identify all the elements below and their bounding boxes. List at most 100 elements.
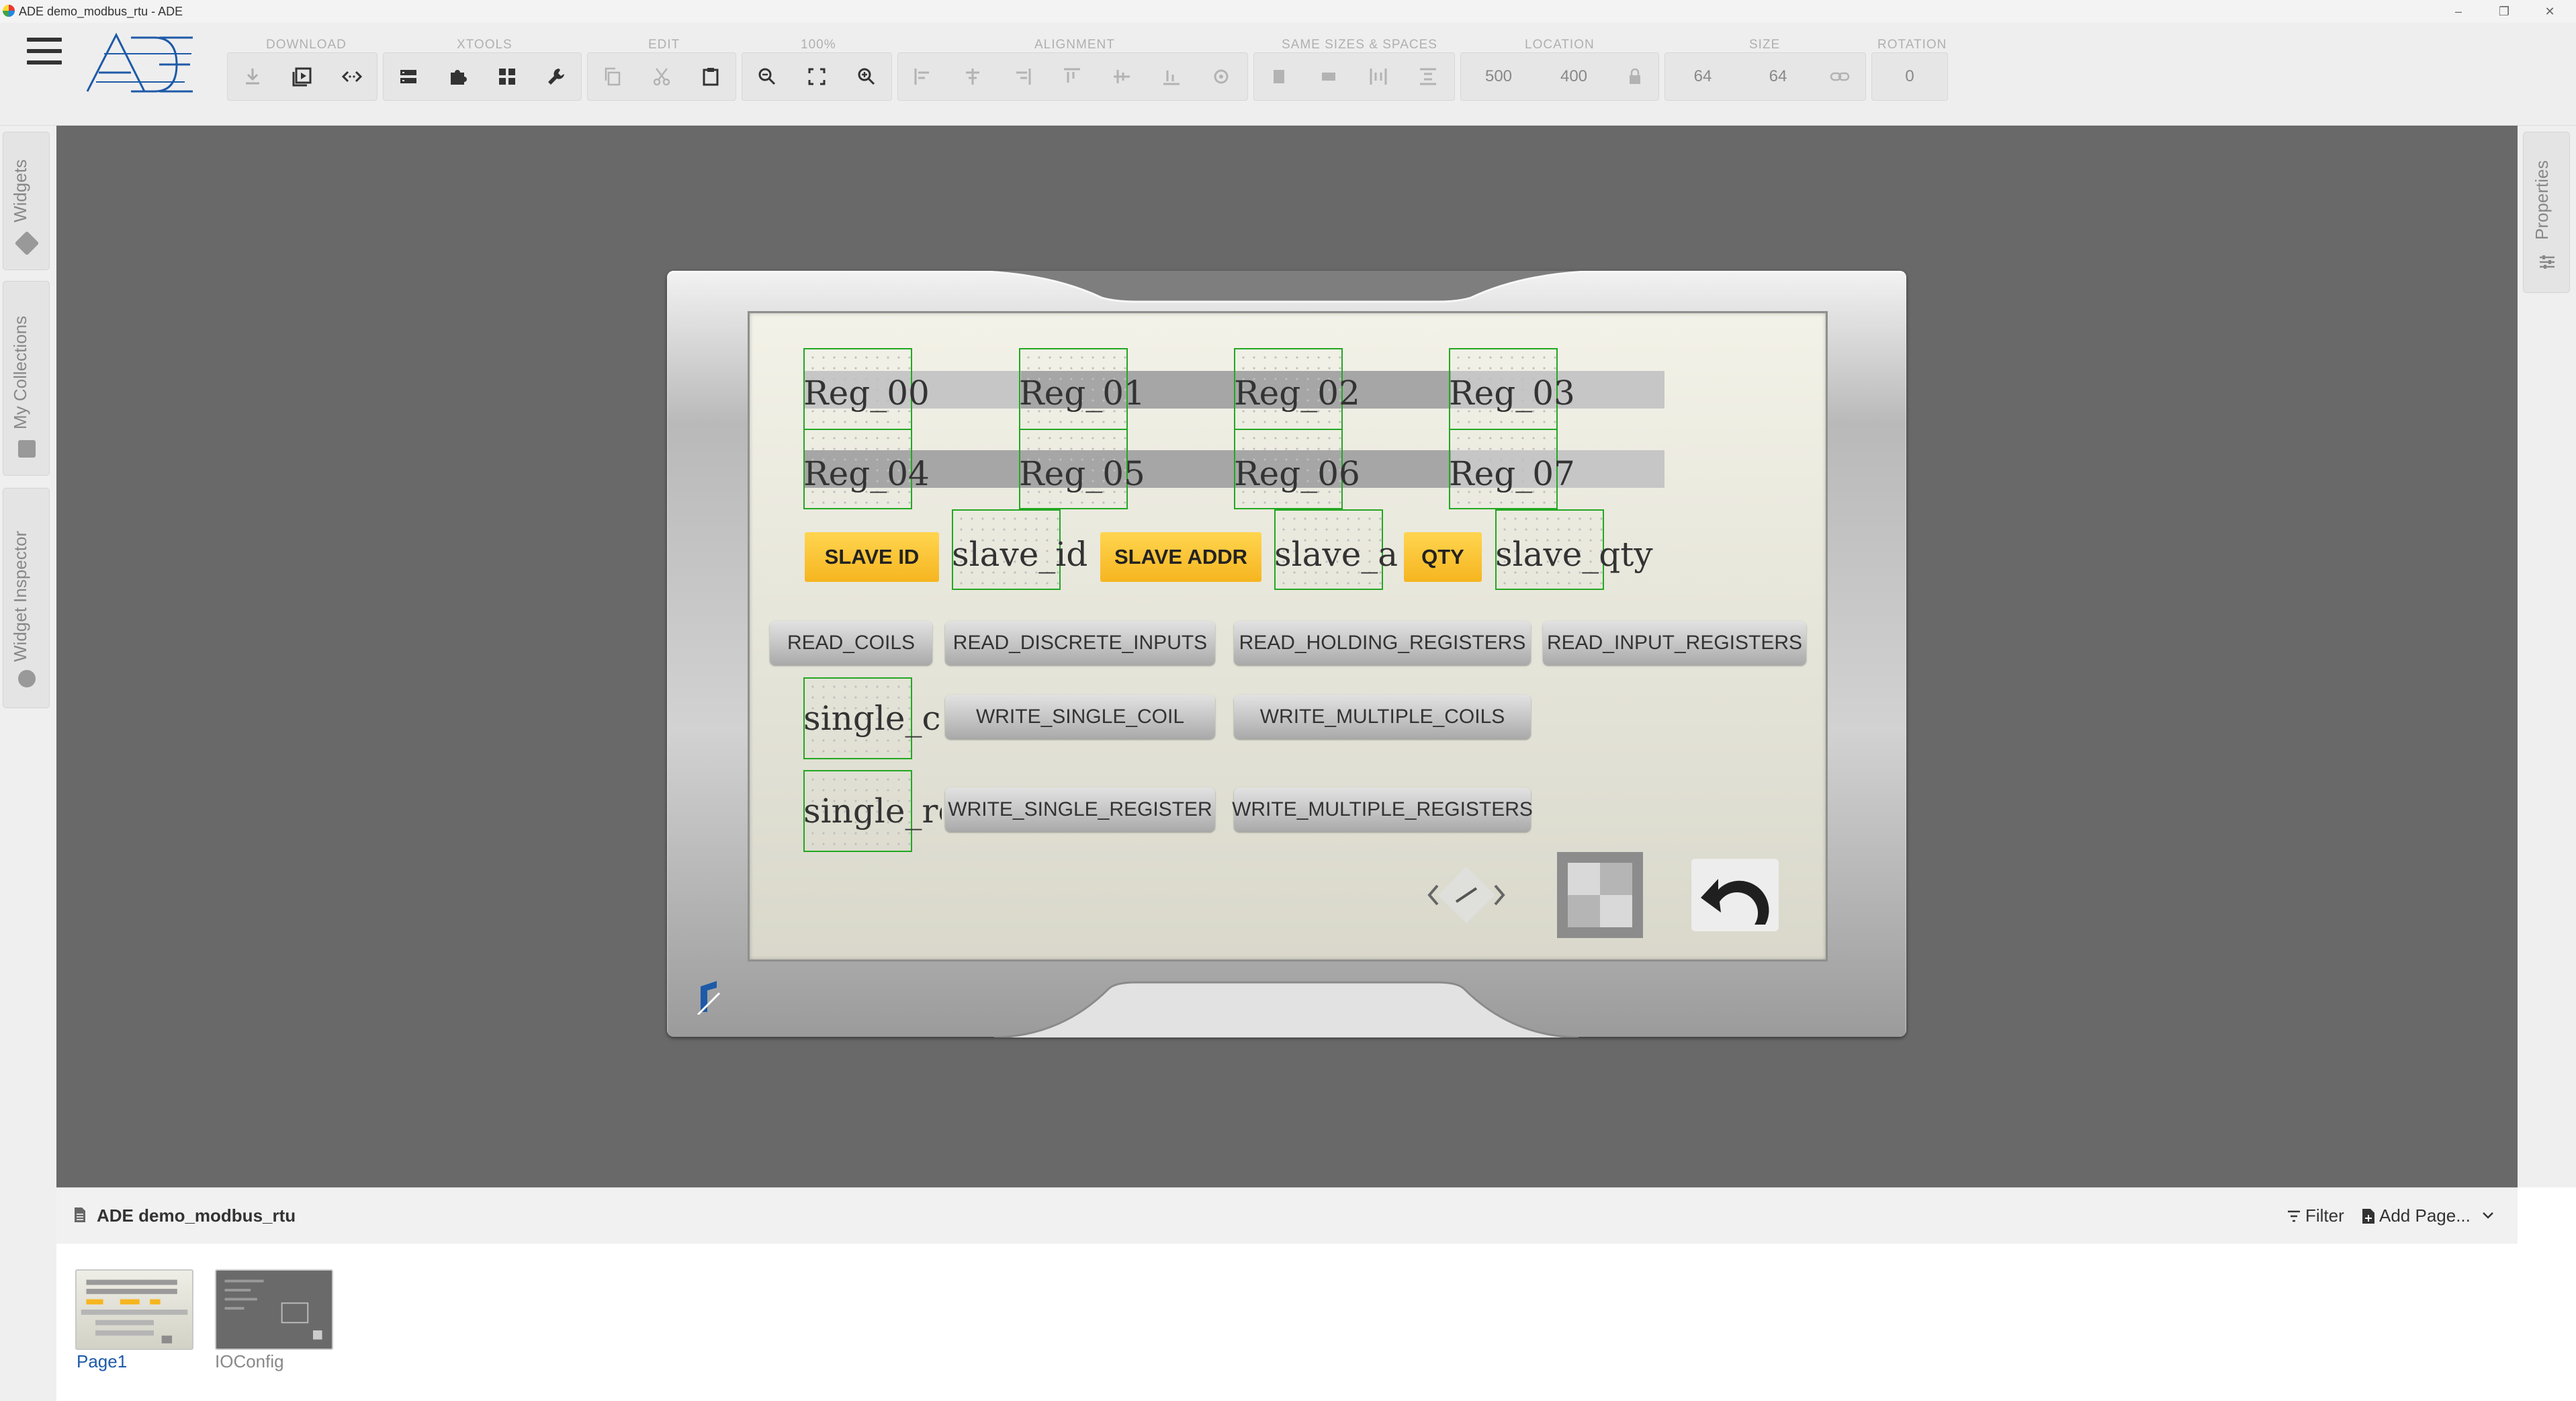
run-simulation-icon[interactable]: [277, 53, 327, 100]
register-label: Reg_00: [803, 374, 930, 413]
xtools-group: [383, 52, 582, 101]
filter-label: Filter: [2305, 1205, 2344, 1226]
same-width-icon[interactable]: [1254, 53, 1304, 100]
frame-top-notch: [967, 271, 1605, 303]
undo-icon[interactable]: [1691, 859, 1779, 931]
group-label-rotation: ROTATION: [1877, 38, 1947, 52]
align-top-icon[interactable]: [1047, 53, 1097, 100]
tab-widgets-label: Widgets: [10, 159, 30, 222]
slave-id-button[interactable]: SLAVE ID: [805, 532, 939, 582]
write-single-register-button[interactable]: WRITE_SINGLE_REGISTER: [945, 788, 1215, 832]
write-multiple-coils-button[interactable]: WRITE_MULTIPLE_COILS: [1234, 695, 1531, 739]
code-icon[interactable]: [327, 53, 377, 100]
location-y-field[interactable]: 400: [1536, 53, 1611, 100]
tab-my-collections-label: My Collections: [10, 315, 30, 429]
qty-button[interactable]: QTY: [1404, 532, 1482, 582]
same-sizes-group: [1253, 52, 1455, 101]
widgets-icon[interactable]: [482, 53, 532, 100]
restore-button[interactable]: ❐: [2484, 0, 2524, 23]
align-center-icon[interactable]: [948, 53, 997, 100]
group-label-xtools: XTOOLS: [457, 38, 513, 52]
lock-icon[interactable]: [1611, 53, 1658, 100]
align-bottom-icon[interactable]: [1147, 53, 1196, 100]
read-coils-button[interactable]: READ_COILS: [770, 621, 932, 665]
single-register-var: single_register: [803, 792, 942, 831]
link-icon[interactable]: [1816, 53, 1864, 100]
rotation-field[interactable]: 0: [1872, 53, 1947, 100]
brand-mark-icon: [697, 981, 721, 1015]
page-thumbnail-ioconfig[interactable]: [215, 1269, 333, 1350]
download-icon[interactable]: [228, 53, 277, 100]
group-label-size: SIZE: [1749, 38, 1781, 52]
slave-addr-button[interactable]: SLAVE ADDR: [1100, 532, 1261, 582]
write-single-coil-button[interactable]: WRITE_SINGLE_COIL: [945, 695, 1215, 739]
project-title: ADE demo_modbus_rtu: [97, 1205, 296, 1226]
align-left-icon[interactable]: [898, 53, 948, 100]
alignment-group: [897, 52, 1248, 101]
cut-icon[interactable]: [637, 53, 686, 100]
slave-qty-var: slave_qty: [1495, 535, 1653, 574]
group-label-same-sizes: SAME SIZES & SPACES: [1282, 38, 1437, 52]
read-holding-registers-button[interactable]: READ_HOLDING_REGISTERS: [1234, 621, 1531, 665]
zoom-in-icon[interactable]: [842, 53, 891, 100]
placeholder-image-icon[interactable]: [1557, 852, 1643, 938]
page-nav-icon[interactable]: [1423, 860, 1510, 930]
register-label: Reg_02: [1234, 374, 1360, 413]
location-x-field[interactable]: 500: [1461, 53, 1536, 100]
page-label-ioconfig[interactable]: IOConfig: [215, 1351, 284, 1372]
filter-icon: [2288, 1210, 2300, 1222]
register-label: Reg_04: [803, 454, 930, 493]
diamond-icon: [14, 230, 40, 256]
align-center-both-icon[interactable]: [1196, 53, 1246, 100]
size-width-field[interactable]: 64: [1665, 53, 1740, 100]
app-icon: [3, 5, 15, 17]
add-page-button[interactable]: Add Page...: [2362, 1205, 2471, 1226]
close-button[interactable]: ✕: [2530, 0, 2570, 23]
minimize-button[interactable]: –: [2438, 0, 2479, 23]
hamburger-menu-icon[interactable]: [27, 38, 62, 65]
rotation-group: 0: [1871, 52, 1948, 101]
single-coil-var: single_coil: [803, 699, 942, 738]
space-horizontal-icon[interactable]: [1353, 53, 1403, 100]
register-label: Reg_03: [1449, 374, 1575, 413]
group-label-edit: EDIT: [648, 38, 680, 52]
page1-preview-icon: [81, 1279, 188, 1344]
collection-icon: [18, 440, 36, 458]
tab-my-collections[interactable]: My Collections: [3, 281, 50, 476]
tab-widget-inspector[interactable]: Widget Inspector: [3, 488, 50, 708]
tab-properties[interactable]: Properties: [2523, 132, 2570, 293]
filter-button[interactable]: Filter: [2286, 1205, 2344, 1226]
fit-screen-icon[interactable]: [792, 53, 842, 100]
space-vertical-icon[interactable]: [1403, 53, 1453, 100]
plugin-icon[interactable]: [433, 53, 483, 100]
same-height-icon[interactable]: [1304, 53, 1353, 100]
align-middle-icon[interactable]: [1097, 53, 1147, 100]
add-page-label: Add Page...: [2379, 1205, 2471, 1226]
frame-bottom-notch: [994, 981, 1579, 1037]
copy-icon[interactable]: [588, 53, 637, 100]
register-label: Reg_06: [1234, 454, 1360, 493]
align-right-icon[interactable]: [997, 53, 1047, 100]
read-input-registers-button[interactable]: READ_INPUT_REGISTERS: [1543, 621, 1806, 665]
group-label-download: DOWNLOAD: [266, 38, 347, 52]
register-label: Reg_05: [1019, 454, 1145, 493]
page-label-page1[interactable]: Page1: [77, 1351, 127, 1372]
slave-addr-var: slave_addr: [1274, 535, 1399, 574]
location-group: 500 400: [1460, 52, 1659, 101]
slave-id-var: slave_id: [952, 535, 1088, 574]
wrench-icon[interactable]: [532, 53, 582, 100]
tab-widgets[interactable]: Widgets: [3, 132, 50, 270]
size-height-field[interactable]: 64: [1740, 53, 1816, 100]
group-label-location: LOCATION: [1525, 38, 1595, 52]
storage-icon[interactable]: [384, 53, 433, 100]
read-discrete-inputs-button[interactable]: READ_DISCRETE_INPUTS: [945, 621, 1215, 665]
write-multiple-registers-button[interactable]: WRITE_MULTIPLE_REGISTERS: [1232, 788, 1533, 832]
page-thumbnail-page1[interactable]: [75, 1269, 193, 1350]
group-label-alignment: ALIGNMENT: [1034, 38, 1115, 52]
zoom-group: [742, 52, 892, 101]
paste-icon[interactable]: [686, 53, 736, 100]
chevron-down-icon[interactable]: [2481, 1211, 2495, 1220]
zoom-out-icon[interactable]: [742, 53, 792, 100]
ade-logo: [86, 32, 193, 93]
register-label: Reg_01: [1019, 374, 1145, 413]
